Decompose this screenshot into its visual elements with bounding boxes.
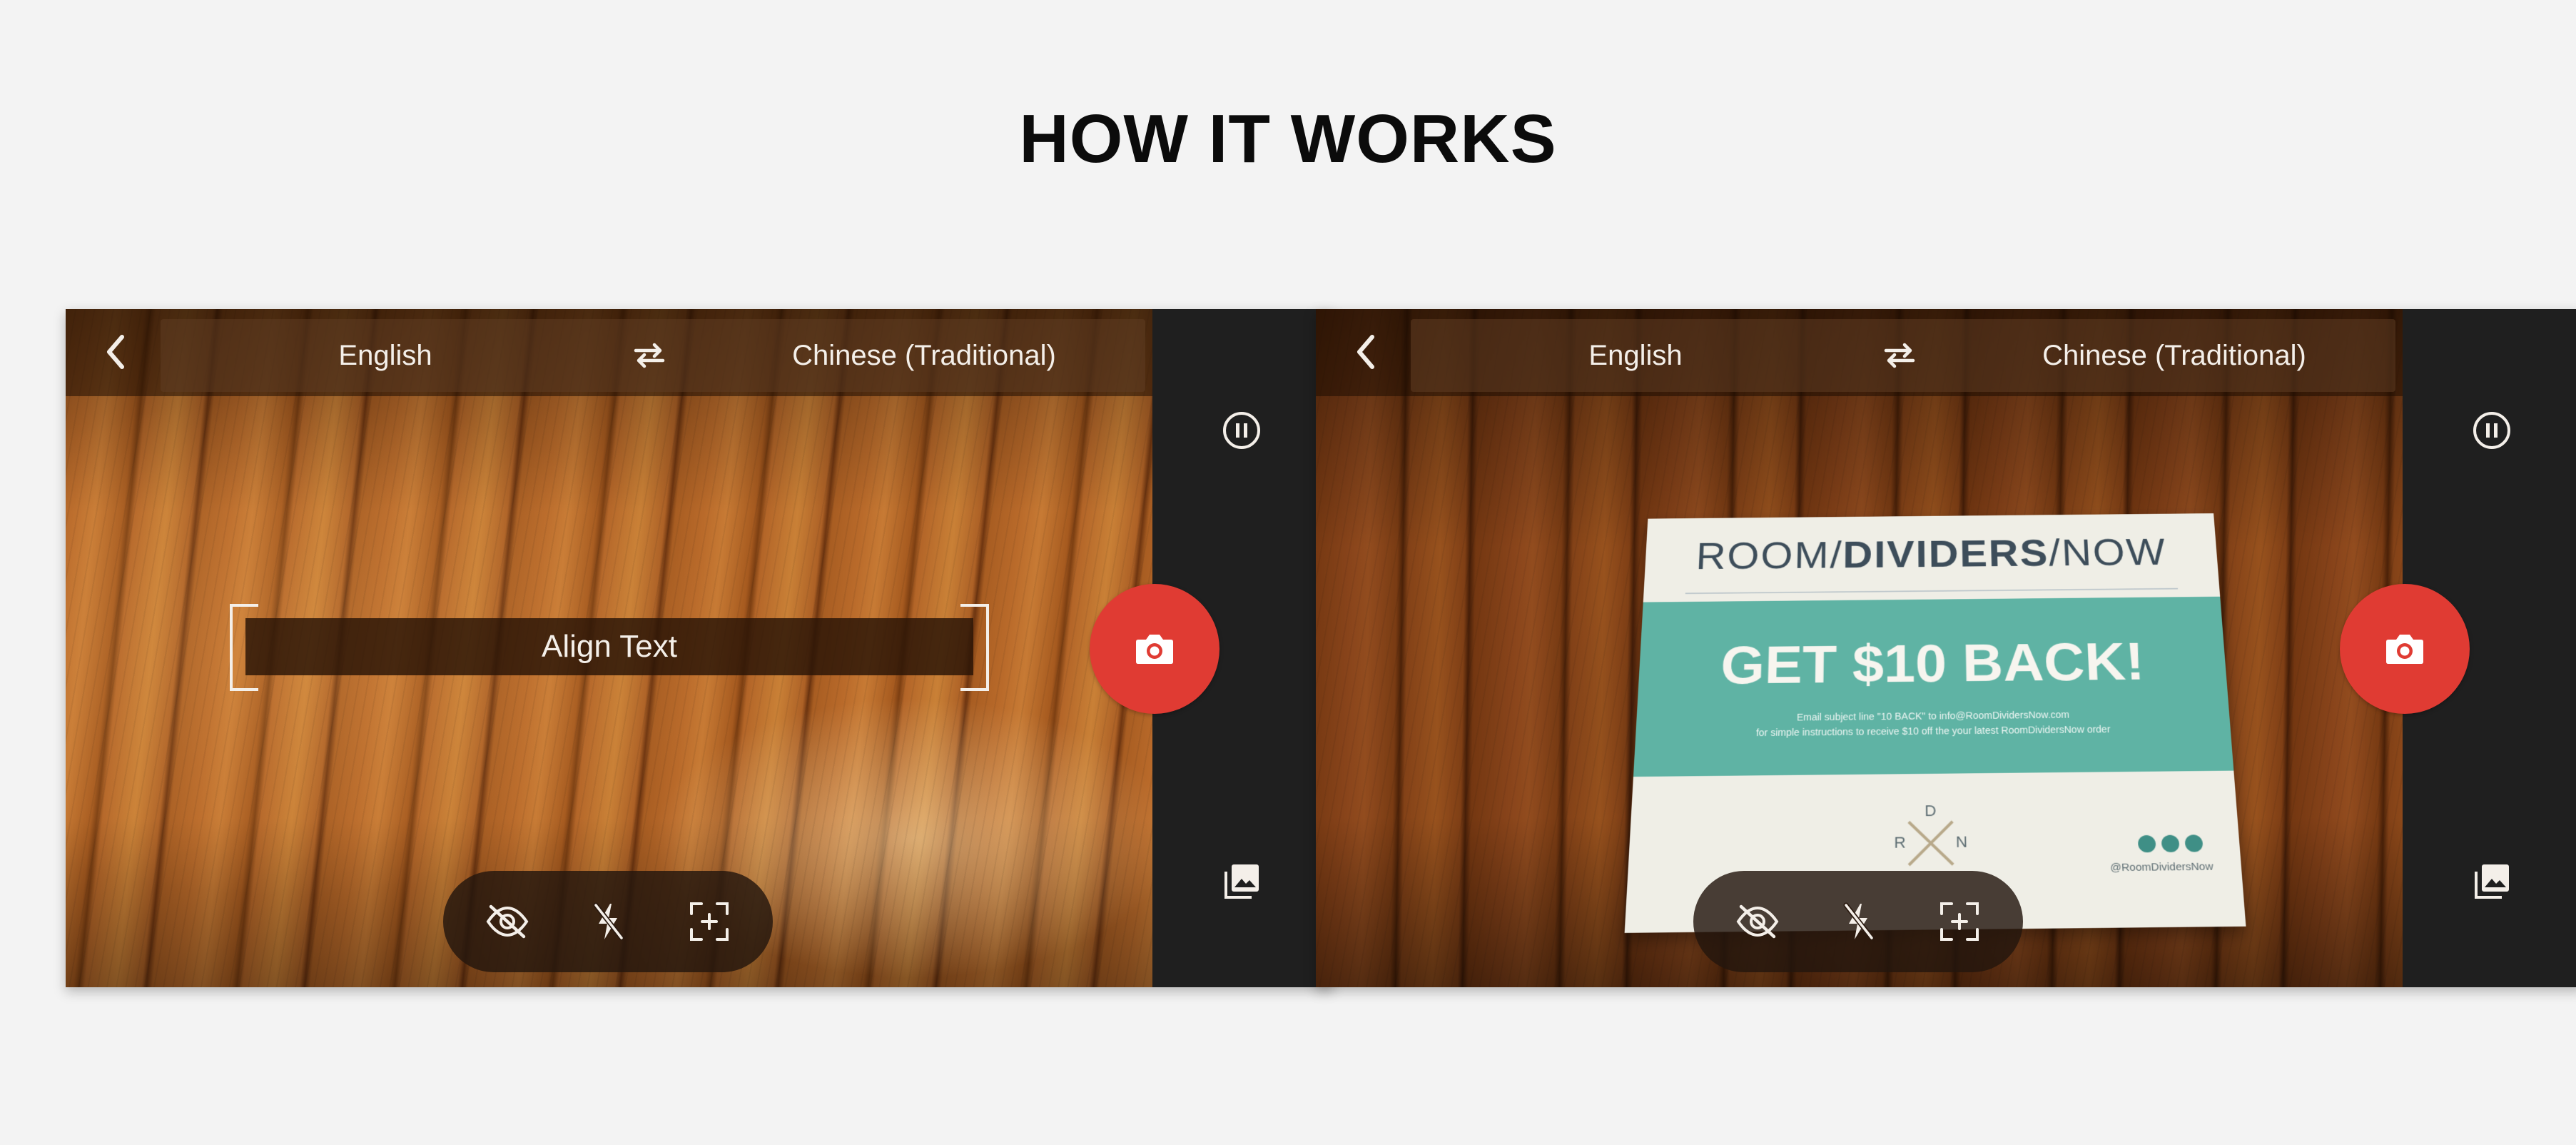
back-button[interactable] bbox=[94, 331, 137, 373]
screen-align-text: English Chinese (Traditional) Align Text bbox=[66, 309, 1333, 987]
language-selector: English Chinese (Traditional) bbox=[1411, 319, 2395, 392]
focus-button[interactable] bbox=[684, 897, 734, 947]
source-language[interactable]: English bbox=[161, 319, 610, 392]
pause-button[interactable] bbox=[2462, 400, 2522, 460]
hide-overlay-button[interactable] bbox=[1733, 897, 1783, 947]
camera-icon bbox=[1136, 635, 1173, 664]
focus-plus-icon bbox=[690, 902, 729, 941]
eye-off-icon bbox=[486, 904, 529, 939]
top-bar: English Chinese (Traditional) bbox=[66, 309, 1152, 396]
swap-languages-button[interactable] bbox=[1875, 338, 1925, 373]
hide-overlay-button[interactable] bbox=[482, 897, 532, 947]
flyer-fine-print-1: Email subject line "10 BACK" to info@Roo… bbox=[1796, 709, 2070, 723]
gallery-button[interactable] bbox=[2462, 852, 2522, 912]
target-language[interactable]: Chinese (Traditional) bbox=[703, 319, 1145, 392]
svg-text:N: N bbox=[1956, 834, 1968, 851]
align-text-frame: Align Text bbox=[230, 604, 989, 691]
source-language[interactable]: English bbox=[1411, 319, 1860, 392]
chevron-left-icon bbox=[1357, 335, 1374, 369]
shutter-button[interactable] bbox=[2340, 584, 2470, 714]
pause-button[interactable] bbox=[1212, 400, 1272, 460]
flyer-social-icons bbox=[2137, 834, 2204, 853]
facebook-icon bbox=[2137, 834, 2156, 853]
target-language[interactable]: Chinese (Traditional) bbox=[1953, 319, 2395, 392]
page-title: HOW IT WORKS bbox=[1019, 101, 1557, 177]
camera-toolbar bbox=[443, 871, 773, 972]
camera-viewport[interactable]: English Chinese (Traditional) Align Text bbox=[66, 309, 1152, 987]
pause-circle-icon bbox=[1223, 412, 1260, 449]
gallery-button[interactable] bbox=[1212, 852, 1272, 912]
screen-capture-flyer: ROOM/DIVIDERS/NOW GET $10 BACK! Email su… bbox=[1316, 309, 2576, 987]
promo-flyer-photo: ROOM/DIVIDERS/NOW GET $10 BACK! Email su… bbox=[1624, 513, 2246, 933]
swap-arrows-icon bbox=[634, 343, 665, 368]
photo-library-icon bbox=[2475, 864, 2509, 899]
swap-languages-button[interactable] bbox=[624, 338, 674, 373]
chevron-left-icon bbox=[107, 335, 124, 369]
photo-library-icon bbox=[1224, 864, 1259, 899]
top-bar: English Chinese (Traditional) bbox=[1316, 309, 2403, 396]
eye-off-icon bbox=[1736, 904, 1779, 939]
focus-button[interactable] bbox=[1934, 897, 1984, 947]
camera-icon bbox=[2386, 635, 2423, 664]
flyer-logo: ROOM/DIVIDERS/NOW bbox=[1695, 530, 2168, 577]
instagram-icon bbox=[2161, 834, 2180, 853]
flyer-fine-print-2: for simple instructions to receive $10 o… bbox=[1755, 723, 2111, 738]
flyer-headline: GET $10 BACK! bbox=[1719, 631, 2146, 695]
flash-off-icon bbox=[1843, 902, 1875, 941]
language-selector: English Chinese (Traditional) bbox=[161, 319, 1145, 392]
svg-text:R: R bbox=[1894, 834, 1905, 852]
flash-off-icon bbox=[593, 902, 624, 941]
focus-plus-icon bbox=[1940, 902, 1979, 941]
flyer-band: GET $10 BACK! Email subject line "10 BAC… bbox=[1633, 596, 2234, 777]
back-button[interactable] bbox=[1344, 331, 1387, 373]
twitter-icon bbox=[2184, 834, 2204, 852]
flash-off-button[interactable] bbox=[583, 897, 633, 947]
flyer-handle: @RoomDividersNow bbox=[2109, 860, 2214, 874]
shutter-button[interactable] bbox=[1090, 584, 1219, 714]
swap-arrows-icon bbox=[1884, 343, 1915, 368]
pause-circle-icon bbox=[2473, 412, 2510, 449]
flash-off-button[interactable] bbox=[1833, 897, 1883, 947]
svg-text:D: D bbox=[1925, 802, 1936, 819]
camera-toolbar bbox=[1693, 871, 2023, 972]
camera-viewport[interactable]: ROOM/DIVIDERS/NOW GET $10 BACK! Email su… bbox=[1316, 309, 2403, 987]
align-text-label: Align Text bbox=[245, 618, 973, 675]
